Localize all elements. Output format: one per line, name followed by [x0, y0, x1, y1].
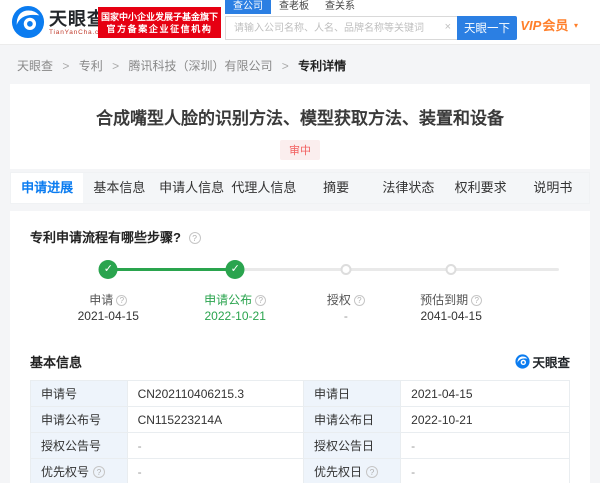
patent-title: 合成嘴型人脸的识别方法、模型获取方法、装置和设备: [96, 109, 504, 128]
tianyancha-logo[interactable]: 天眼查 TianYanCha.com: [11, 5, 110, 39]
tab-applicant-info[interactable]: 申请人信息: [156, 173, 228, 203]
help-icon[interactable]: ?: [93, 466, 106, 478]
field-label: 申请日: [302, 380, 402, 407]
step-label-application: 申请?: [89, 291, 128, 308]
step-date-application: 2021-04-15: [77, 309, 139, 323]
vip-prefix: VIP: [520, 18, 542, 33]
tab-abstract[interactable]: 摘要: [300, 173, 372, 203]
banner-line2: 官方备案企业征信机构: [106, 23, 213, 34]
field-value: 2021-04-15: [400, 380, 570, 407]
step-date-grant: -: [343, 309, 348, 323]
search-type-tabs: 查公司 查老板 查关系: [225, 0, 517, 14]
check-icon: ✓: [103, 263, 113, 275]
field-label: 授权公告日: [302, 432, 402, 459]
step-label-expiry: 预估到期?: [420, 291, 483, 308]
top-header: 天眼查 TianYanCha.com 国家中小企业发展子基金旗下 官方备案企业征…: [0, 0, 600, 45]
breadcrumb-company[interactable]: 腾讯科技（深圳）有限公司: [128, 59, 272, 73]
table-row: 授权公告号 - 授权公告日 -: [30, 432, 570, 459]
search-tab-relation[interactable]: 查关系: [317, 0, 363, 14]
patent-process-stepper: ✓ ✓ 申请? 申请公布? 授权? 预估到期? 2021-04-15 2022-…: [30, 260, 570, 338]
basic-info-header: 基本信息 天眼查: [30, 352, 570, 371]
field-label: 申请公布日: [302, 406, 402, 433]
step-circle-expiry: [445, 264, 457, 275]
help-icon[interactable]: ?: [366, 466, 378, 478]
table-row: 申请公布号 CN115223214A 申请公布日 2022-10-21: [30, 406, 570, 433]
help-icon[interactable]: ?: [353, 295, 365, 306]
help-icon[interactable]: ?: [255, 295, 267, 306]
step-circle-grant: [340, 264, 352, 275]
banner-line1: 国家中小企业发展子基金旗下: [100, 11, 218, 22]
vip-member-link[interactable]: VIP会员 ▾: [520, 15, 578, 34]
process-question-heading: 专利申请流程有哪些步骤? ?: [30, 227, 570, 246]
field-label: 申请公布号: [30, 406, 128, 433]
step-date-publication: 2022-10-21: [204, 309, 266, 323]
step-label-grant: 授权?: [327, 291, 365, 308]
search-tab-boss[interactable]: 查老板: [271, 0, 317, 14]
official-credit-banner: 国家中小企业发展子基金旗下 官方备案企业征信机构: [98, 7, 221, 38]
breadcrumb-current: 专利详情: [298, 59, 347, 73]
tab-claims[interactable]: 权利要求: [445, 173, 517, 203]
watermark-text: 天眼查: [532, 356, 570, 370]
step-circle-publication: ✓: [225, 260, 245, 279]
header-search: 查公司 查老板 查关系 × 天眼一下: [225, 0, 517, 40]
help-icon[interactable]: ?: [188, 232, 201, 244]
check-icon: ✓: [230, 263, 240, 275]
breadcrumb-separator: >: [281, 59, 289, 73]
field-value: -: [126, 458, 304, 483]
tab-agent-info[interactable]: 代理人信息: [228, 173, 300, 203]
field-label: 申请号: [30, 380, 128, 407]
tab-application-progress[interactable]: 申请进展: [11, 173, 84, 203]
step-circle-application: ✓: [98, 260, 118, 279]
tab-specification[interactable]: 说明书: [517, 173, 589, 203]
search-button[interactable]: 天眼一下: [457, 16, 517, 40]
vip-suffix: 会员: [542, 18, 569, 33]
patent-title-card: 合成嘴型人脸的识别方法、模型获取方法、装置和设备 审中: [10, 84, 590, 169]
field-value: -: [400, 458, 570, 483]
breadcrumb-home[interactable]: 天眼查: [17, 59, 53, 73]
field-value: -: [126, 432, 304, 459]
caret-down-icon: ▾: [573, 21, 578, 30]
table-row: 优先权号? - 优先权日? -: [30, 458, 570, 483]
search-tab-company[interactable]: 查公司: [225, 0, 271, 14]
detail-tab-bar: 申请进展 基本信息 申请人信息 代理人信息 摘要 法律状态 权利要求 说明书: [10, 172, 590, 204]
field-value: -: [400, 432, 570, 459]
field-label: 优先权日?: [302, 458, 402, 483]
tab-legal-status[interactable]: 法律状态: [372, 173, 444, 203]
tab-basic-info[interactable]: 基本信息: [83, 173, 155, 203]
status-badge: 审中: [280, 140, 320, 160]
search-input[interactable]: [225, 16, 457, 40]
field-value: 2022-10-21: [400, 406, 570, 433]
breadcrumb-separator: >: [62, 59, 70, 73]
stepper-track-pending: [235, 268, 560, 271]
field-label: 授权公告号: [30, 432, 128, 459]
step-date-expiry: 2041-04-15: [420, 309, 482, 323]
clear-input-icon[interactable]: ×: [445, 21, 451, 33]
step-label-publication: 申请公布?: [204, 291, 267, 308]
tianyancha-logo-icon: [11, 5, 45, 39]
application-progress-panel: 专利申请流程有哪些步骤? ? ✓ ✓ 申请? 申请公布? 授权? 预估到期? 2…: [10, 211, 590, 483]
basic-info-heading: 基本信息: [30, 355, 83, 370]
breadcrumb-patent[interactable]: 专利: [79, 59, 103, 73]
process-question-text: 专利申请流程有哪些步骤?: [30, 230, 181, 245]
breadcrumb-separator: >: [112, 59, 120, 73]
help-icon[interactable]: ?: [471, 295, 483, 306]
field-value: CN115223214A: [126, 406, 304, 433]
stepper-track-done: [108, 268, 236, 271]
field-label: 优先权号?: [30, 458, 128, 483]
tianyancha-watermark: 天眼查: [515, 352, 570, 371]
table-row: 申请号 CN202110406215.3 申请日 2021-04-15: [30, 380, 570, 407]
tianyancha-watermark-icon: [515, 354, 531, 369]
help-icon[interactable]: ?: [116, 295, 128, 306]
basic-info-table: 申请号 CN202110406215.3 申请日 2021-04-15 申请公布…: [30, 380, 570, 483]
field-value: CN202110406215.3: [126, 380, 304, 407]
breadcrumb: 天眼查 > 专利 > 腾讯科技（深圳）有限公司 > 专利详情: [0, 45, 600, 74]
